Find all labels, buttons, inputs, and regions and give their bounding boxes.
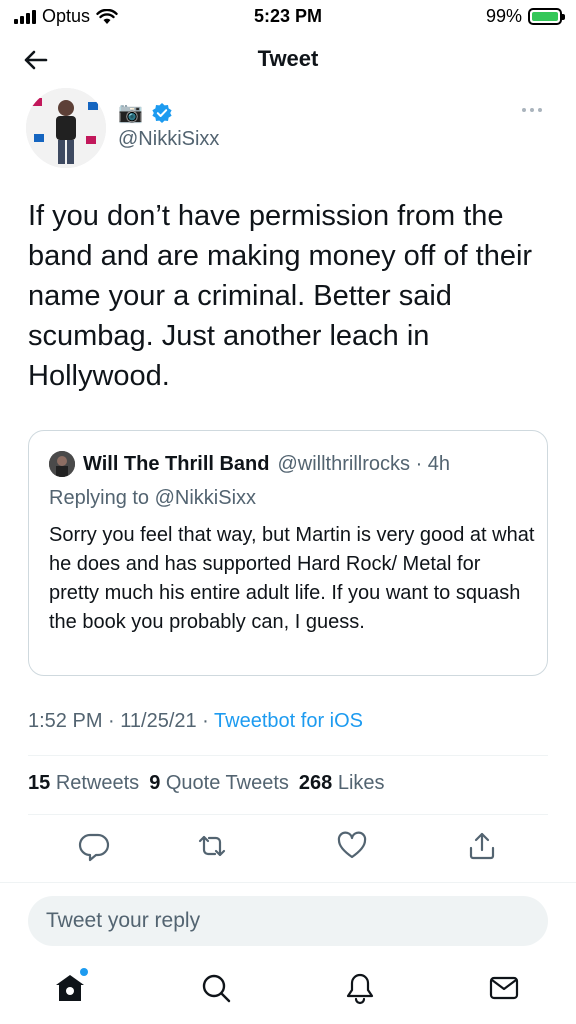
more-horizontal-icon	[522, 108, 526, 112]
mail-icon	[489, 976, 519, 1000]
avatar-image	[26, 88, 106, 168]
reply-placeholder: Tweet your reply	[46, 909, 201, 932]
nav-header: Tweet	[0, 38, 576, 82]
quotes-count: 9	[149, 772, 161, 794]
reply-button[interactable]	[76, 828, 112, 864]
like-button[interactable]	[334, 828, 370, 864]
likes-label: Likes	[337, 772, 385, 794]
tweet-stats: 15 Retweets 9 Quote Tweets 268 Likes	[28, 772, 385, 795]
tweet-text: If you don’t have permission from the ba…	[28, 200, 533, 392]
status-bar: Optus 5:23 PM 99%	[0, 0, 576, 34]
quoted-replying-to: Replying to @NikkiSixx	[49, 487, 257, 509]
quotes-label: Quote Tweets	[165, 772, 289, 794]
divider	[0, 882, 576, 883]
quoted-author-name: Will The Thrill Band	[83, 452, 270, 475]
likes-count: 268	[298, 772, 333, 794]
reply-icon	[78, 833, 110, 862]
tab-messages[interactable]	[486, 970, 522, 1006]
tab-home[interactable]	[52, 968, 88, 1006]
battery-percent: 99%	[485, 6, 522, 26]
retweets-stat[interactable]: 15 Retweets	[28, 772, 139, 795]
author-name-line[interactable]: 📷	[118, 100, 173, 125]
heart-icon	[337, 831, 367, 859]
retweet-icon	[198, 835, 226, 857]
tab-search[interactable]	[198, 970, 234, 1006]
quoted-tweet-text: Sorry you feel that way, but Martin is v…	[49, 524, 535, 633]
quoted-author-meta: @willthrillrocks · 4h	[277, 452, 451, 475]
tweet-actions	[0, 828, 576, 864]
more-options-button[interactable]	[522, 104, 546, 116]
bell-icon	[346, 973, 374, 1005]
search-icon	[202, 974, 231, 1003]
tweet-timestamp: 1:52 PM · 11/25/21 ·	[28, 710, 215, 732]
share-icon	[469, 832, 495, 860]
battery-icon	[528, 8, 565, 25]
likes-stat[interactable]: 268 Likes	[299, 772, 385, 795]
divider	[28, 814, 548, 815]
bottom-tab-bar	[0, 960, 576, 1024]
home-unread-dot	[80, 968, 88, 976]
page-title: Tweet	[257, 46, 319, 71]
quoted-author-avatar	[49, 451, 75, 477]
tweet-meta: 1:52 PM · 11/25/21 · Tweetbot for iOS	[28, 710, 363, 733]
quoted-tweet-header: Will The Thrill Band @willthrillrocks · …	[49, 451, 450, 477]
tab-notifications[interactable]	[342, 970, 378, 1006]
divider	[28, 755, 548, 756]
tweet-client-link[interactable]: Tweetbot for iOS	[214, 710, 363, 732]
quoted-tweet[interactable]: Will The Thrill Band @willthrillrocks · …	[28, 430, 548, 676]
battery-group: 99%	[485, 6, 565, 27]
share-button[interactable]	[464, 828, 500, 864]
author-name: 📷	[118, 102, 143, 124]
quote-tweets-stat[interactable]: 9 Quote Tweets	[149, 772, 289, 795]
retweet-button[interactable]	[194, 828, 230, 864]
retweets-count: 15	[28, 772, 51, 794]
reply-input[interactable]: Tweet your reply	[28, 896, 548, 946]
verified-badge-icon	[152, 102, 172, 123]
retweets-label: Retweets	[55, 772, 140, 794]
author-avatar[interactable]	[26, 88, 106, 168]
author-handle[interactable]: @NikkiSixx	[118, 128, 219, 151]
